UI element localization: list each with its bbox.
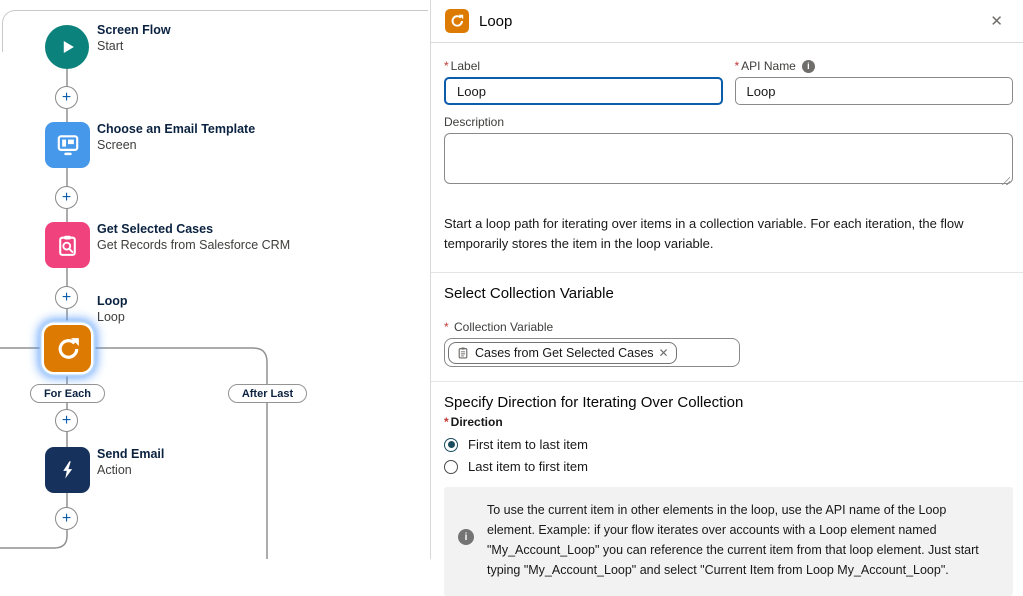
record-collection-icon: [456, 346, 470, 360]
loop-icon: [54, 335, 82, 363]
screen-node-label: Choose an Email TemplateScreen: [97, 121, 255, 154]
add-element-button[interactable]: +: [55, 186, 78, 209]
loop-panel-icon: [445, 9, 469, 33]
description-textarea[interactable]: [444, 133, 1013, 184]
flow-canvas[interactable]: Screen FlowStart + Choose an Email Templ…: [0, 0, 430, 559]
loop-node-label: LoopLoop: [97, 293, 128, 326]
for-each-branch-label[interactable]: For Each: [30, 384, 105, 403]
direction-section-heading: Specify Direction for Iterating Over Col…: [444, 394, 1013, 411]
plus-icon: +: [62, 190, 71, 206]
plus-icon: +: [62, 90, 71, 106]
loop-property-panel: Loop ✕ * Label * API Name i: [430, 0, 1023, 559]
send-email-action-node[interactable]: [45, 447, 90, 493]
loop-info-box: i To use the current item in other eleme…: [444, 487, 1013, 596]
screen-icon: [55, 132, 81, 158]
loop-help-text: Start a loop path for iterating over ite…: [444, 214, 1004, 254]
info-icon[interactable]: i: [802, 60, 815, 73]
panel-title: Loop: [479, 13, 512, 30]
label-input[interactable]: [444, 77, 723, 105]
collection-variable-combobox[interactable]: Cases from Get Selected Cases ✕: [444, 338, 740, 367]
collection-variable-token[interactable]: Cases from Get Selected Cases ✕: [448, 342, 677, 364]
add-element-button[interactable]: +: [55, 86, 78, 109]
api-name-input[interactable]: [735, 77, 1014, 105]
get-records-node[interactable]: [45, 222, 90, 268]
radio-selected-icon[interactable]: [444, 438, 458, 452]
add-element-button[interactable]: +: [55, 507, 78, 530]
collection-variable-section: Select Collection Variable * Collection …: [431, 273, 1023, 381]
plus-icon: +: [62, 413, 71, 429]
screen-node[interactable]: [45, 122, 90, 168]
close-icon[interactable]: ✕: [984, 10, 1009, 32]
info-box-text: To use the current item in other element…: [487, 500, 993, 580]
direction-field-label: * Direction: [444, 415, 1013, 429]
start-node[interactable]: [45, 25, 89, 69]
after-last-branch-label[interactable]: After Last: [228, 384, 307, 403]
info-circle-icon: i: [458, 529, 474, 545]
radio-unselected-icon[interactable]: [444, 460, 458, 474]
plus-icon: +: [62, 290, 71, 306]
api-name-field-label: * API Name i: [735, 59, 1014, 73]
collection-section-heading: Select Collection Variable: [444, 285, 1013, 302]
loop-node-selected[interactable]: [44, 325, 91, 372]
label-api-section: * Label * API Name i Description: [431, 43, 1023, 254]
description-field-label: Description: [444, 115, 1013, 129]
collection-variable-label: * Collection Variable: [444, 320, 1013, 334]
radio-first-to-last[interactable]: First item to last item: [444, 437, 1013, 452]
direction-section: Specify Direction for Iterating Over Col…: [431, 382, 1023, 474]
start-node-label: Screen FlowStart: [97, 22, 171, 55]
add-element-button[interactable]: +: [55, 409, 78, 432]
radio-last-to-first[interactable]: Last item to first item: [444, 459, 1013, 474]
send-email-node-label: Send EmailAction: [97, 446, 164, 479]
remove-token-icon[interactable]: ✕: [659, 346, 669, 360]
label-field-label: * Label: [444, 59, 723, 73]
record-lookup-icon: [55, 233, 80, 258]
lightning-bolt-icon: [57, 459, 79, 481]
get-records-node-label: Get Selected CasesGet Records from Sales…: [97, 221, 290, 254]
plus-icon: +: [62, 511, 71, 527]
panel-header: Loop ✕: [431, 0, 1023, 43]
add-element-button[interactable]: +: [55, 286, 78, 309]
play-icon: [56, 36, 78, 58]
